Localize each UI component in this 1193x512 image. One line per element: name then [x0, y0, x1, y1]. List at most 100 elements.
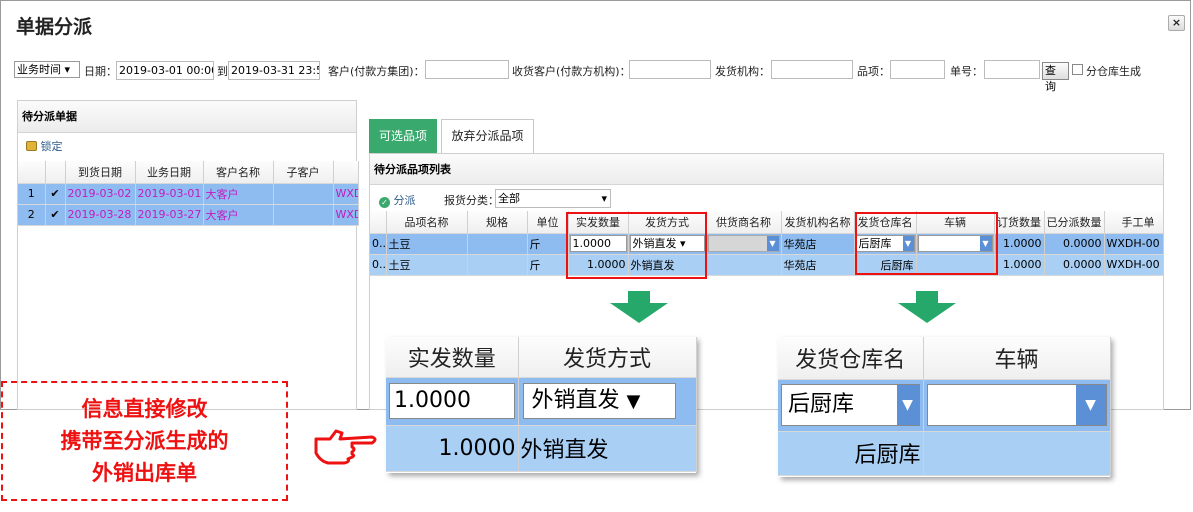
date-from-input[interactable]: 2019-03-01 00:00 [116, 61, 214, 80]
col-ship-org[interactable]: 发货机构名称 [781, 211, 855, 234]
col-item-name[interactable]: 品项名称 [386, 211, 468, 234]
callout-line-1: 信息直接修改 [81, 397, 208, 421]
doc-no-input[interactable] [984, 60, 1040, 79]
down-arrow-icon [898, 291, 956, 323]
supplier-select[interactable]: ▼ [707, 235, 780, 252]
col-supplier[interactable]: 供货商名称 [706, 211, 782, 234]
doc-no-label: 单号： [950, 65, 983, 78]
item-label: 品项： [857, 65, 890, 78]
zoom-qty-method-table: 实发数量 发货方式 1.0000 外销直发 ▼ 1.0000 外销直发 [386, 337, 697, 472]
table-row[interactable]: 0... 土豆 斤 1.0000 外销直发 华苑店 后厨库 1.0000 0.0… [370, 254, 1163, 276]
zoom-warehouse-cell[interactable]: 后厨库 ▼ [778, 379, 924, 432]
zoom-method-select[interactable]: 外销直发 ▼ [522, 383, 676, 419]
col-num [370, 211, 387, 234]
pending-docs-panel: 待分派单据 锁定 到货日期 业务日期 客户名称 子客户 1 ✔ 2019-03-… [17, 100, 359, 410]
chevron-down-icon: ▾ [601, 192, 607, 205]
check-circle-icon: ✓ [379, 197, 390, 208]
item-unit: 斤 [527, 233, 569, 255]
dispatch-button[interactable]: ✓ 分派 [379, 192, 416, 208]
zoom-method: 外销直发 [518, 425, 697, 472]
table-row[interactable]: 1 ✔ 2019-03-02 2019-03-01 大客户 WXD [18, 183, 359, 205]
doc-no: WXD [333, 204, 359, 226]
highlight-warehouse-vehicle [855, 212, 998, 275]
query-button[interactable]: 查询 [1042, 62, 1069, 93]
zoom-warehouse: 后厨库 [778, 431, 924, 476]
order-qty: 1.0000 [994, 254, 1045, 276]
callout-line-2: 携带至分派生成的 [60, 429, 229, 453]
customer-name: 大客户 [203, 204, 274, 226]
zoom-vehicle-cell[interactable]: ▼ [923, 379, 1111, 432]
item-name: 土豆 [386, 254, 468, 276]
tab-abandoned-items[interactable]: 放弃分派品项 [441, 119, 534, 153]
item-name: 土豆 [386, 233, 468, 255]
item-spec [467, 233, 528, 255]
items-toolbar: ✓ 分派 报货分类： 全部 ▾ [370, 185, 1163, 211]
date-to-input[interactable]: 2019-03-31 23:59 [228, 61, 320, 80]
pending-items-title: 待分派品项列表 [370, 154, 1163, 185]
item-input[interactable] [890, 60, 945, 79]
col-doc [333, 161, 359, 184]
supplier [706, 254, 782, 276]
assigned-qty: 0.0000 [1044, 254, 1105, 276]
zoom-warehouse-vehicle-table: 发货仓库名 车辆 后厨库 ▼ ▼ 后厨库 [778, 337, 1111, 476]
dispatch-label: 分派 [393, 194, 416, 207]
col-num [18, 161, 46, 184]
sub-customer [273, 204, 334, 226]
close-icon[interactable]: × [1168, 15, 1185, 31]
arrive-date: 2019-03-02 [65, 183, 136, 205]
col-manual-doc[interactable]: 手工单 [1104, 211, 1163, 234]
pending-items-table: 品项名称 规格 单位 实发数量 发货方式 供货商名称 发货机构名称 发货仓库名 … [370, 211, 1163, 276]
zoom-vehicle-select[interactable]: ▼ [926, 384, 1107, 426]
customer-input[interactable] [425, 60, 509, 79]
row-num: 0... [370, 233, 387, 255]
receiver-label: 收货客户(付款方机构)： [512, 65, 631, 78]
date-label: 日期： [84, 65, 117, 78]
pending-docs-table: 到货日期 业务日期 客户名称 子客户 1 ✔ 2019-03-02 2019-0… [18, 161, 359, 226]
zoom-qty-cell[interactable]: 1.0000 [386, 377, 519, 426]
zoom-qty-input[interactable]: 1.0000 [389, 383, 515, 419]
col-assigned-qty[interactable]: 已分派数量 [1044, 211, 1105, 234]
table-row[interactable]: 2 ✔ 2019-03-28 2019-03-27 大客户 WXD [18, 204, 359, 226]
time-type-value: 业务时间 [17, 63, 61, 76]
col-spec[interactable]: 规格 [467, 211, 528, 234]
to-label: 到 [217, 65, 228, 78]
table-row[interactable]: 0... 土豆 斤 1.0000 外销直发 ▾ ▼ 华苑店 后厨库▼ ▼ 1.0… [370, 233, 1163, 255]
customer-name: 大客户 [203, 183, 274, 205]
item-spec [467, 254, 528, 276]
ship-org: 华苑店 [781, 233, 855, 255]
zoom-qty-method: 实发数量 发货方式 1.0000 外销直发 ▼ 1.0000 外销直发 [386, 337, 697, 473]
manual-doc: WXDH-00 [1104, 254, 1163, 276]
col-order-qty[interactable]: 订货数量 [994, 211, 1045, 234]
lock-button[interactable]: 锁定 [18, 133, 356, 161]
tab-selectable-items[interactable]: 可选品项 [369, 119, 437, 153]
col-customer[interactable]: 客户名称 [203, 161, 274, 184]
col-unit[interactable]: 单位 [527, 211, 569, 234]
col-sub-customer[interactable]: 子客户 [273, 161, 334, 184]
zoom-col-warehouse: 发货仓库名 [778, 337, 924, 380]
split-warehouse-checkbox[interactable] [1072, 64, 1083, 75]
row-checkbox[interactable]: ✔ [45, 183, 66, 205]
ship-org: 华苑店 [781, 254, 855, 276]
zoom-warehouse-select[interactable]: 后厨库 ▼ [781, 384, 920, 426]
time-type-select[interactable]: 业务时间 ▾ [14, 61, 80, 78]
zoom-col-method: 发货方式 [518, 337, 697, 378]
row-checkbox[interactable]: ✔ [45, 204, 66, 226]
zoom-method-value: 外销直发 [531, 388, 620, 413]
callout-note: 信息直接修改 携带至分派生成的 外销出库单 [1, 381, 288, 501]
supplier-cell[interactable]: ▼ [706, 233, 782, 255]
col-arrive-date[interactable]: 到货日期 [65, 161, 136, 184]
zoom-col-vehicle: 车辆 [923, 337, 1111, 380]
caret-down-icon: ▼ [626, 391, 641, 412]
highlight-qty-method [566, 212, 707, 279]
zoom-method-cell[interactable]: 外销直发 ▼ [518, 377, 697, 426]
col-biz-date[interactable]: 业务日期 [135, 161, 204, 184]
receiver-input[interactable] [629, 60, 711, 79]
chevron-down-icon: ▼ [766, 236, 779, 251]
category-select[interactable]: 全部 ▾ [495, 189, 611, 208]
customer-label: 客户(付款方集团)： [328, 65, 425, 78]
lock-icon [26, 141, 37, 151]
ship-org-input[interactable] [771, 60, 853, 79]
pending-docs-title: 待分派单据 [18, 101, 356, 133]
zoom-vehicle [923, 431, 1111, 476]
down-arrow-icon [610, 291, 668, 323]
